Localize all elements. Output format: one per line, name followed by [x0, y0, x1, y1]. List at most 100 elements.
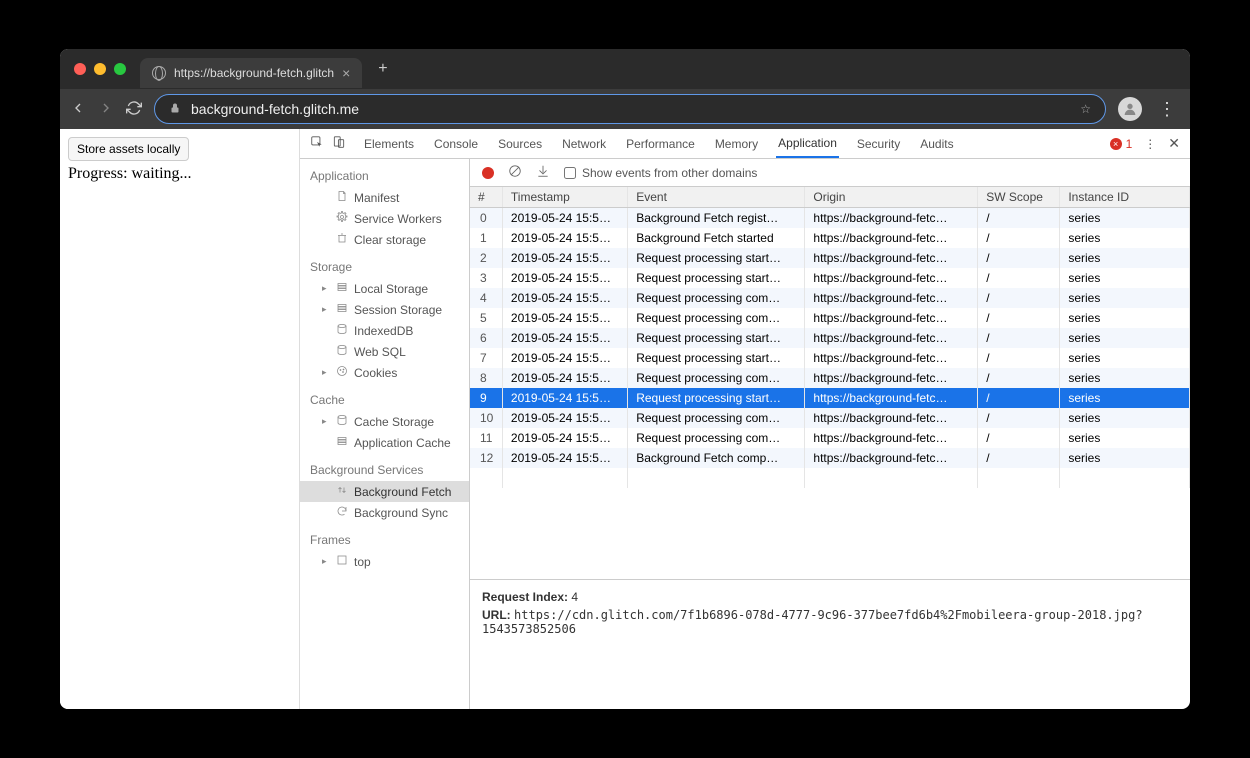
table-row[interactable]: 112019-05-24 15:5…Request processing com…	[470, 428, 1190, 448]
store-assets-button[interactable]: Store assets locally	[68, 137, 189, 161]
device-toolbar-icon[interactable]	[332, 135, 346, 152]
sidebar-item-clear-storage[interactable]: Clear storage	[300, 229, 469, 250]
devtools-tab-sources[interactable]: Sources	[496, 129, 544, 158]
url-label: URL:	[482, 608, 511, 622]
record-button[interactable]	[482, 167, 494, 179]
reload-button[interactable]	[126, 100, 142, 119]
table-row[interactable]: 12019-05-24 15:5…Background Fetch starte…	[470, 228, 1190, 248]
nav-icon	[336, 302, 348, 317]
sidebar-item-background-fetch[interactable]: Background Fetch	[300, 481, 469, 502]
col-event[interactable]: Event	[628, 187, 805, 208]
table-row[interactable]: 82019-05-24 15:5…Request processing com……	[470, 368, 1190, 388]
nav-label: Cookies	[354, 366, 397, 380]
browser-window: https://background-fetch.glitch × + back…	[60, 49, 1190, 709]
nav-label: Background Fetch	[354, 485, 451, 499]
save-events-icon[interactable]	[536, 164, 550, 181]
sidebar-item-application-cache[interactable]: Application Cache	[300, 432, 469, 453]
nav-label: Service Workers	[354, 212, 442, 226]
sidebar-item-cache-storage[interactable]: ▸Cache Storage	[300, 411, 469, 432]
devtools-tab-console[interactable]: Console	[432, 129, 480, 158]
nav-label: Cache Storage	[354, 415, 434, 429]
url-value: https://cdn.glitch.com/7f1b6896-078d-477…	[482, 608, 1143, 636]
error-badge[interactable]: × 1	[1110, 137, 1133, 151]
cell: 6	[470, 328, 502, 348]
devtools-tab-memory[interactable]: Memory	[713, 129, 760, 158]
table-row[interactable]: 02019-05-24 15:5…Background Fetch regist…	[470, 208, 1190, 229]
maximize-window-button[interactable]	[114, 63, 126, 75]
nav-icon	[336, 484, 348, 499]
cell: 3	[470, 268, 502, 288]
table-row[interactable]: 102019-05-24 15:5…Request processing com…	[470, 408, 1190, 428]
table-row[interactable]: 42019-05-24 15:5…Request processing com……	[470, 288, 1190, 308]
col-timestamp[interactable]: Timestamp	[502, 187, 627, 208]
sidebar-item-local-storage[interactable]: ▸Local Storage	[300, 278, 469, 299]
cell: https://background-fetc…	[805, 248, 978, 268]
devtools-tab-audits[interactable]: Audits	[918, 129, 955, 158]
devtools-panel: Elements Console Sources Network Performance…	[300, 129, 1190, 709]
nav-icon	[336, 344, 348, 359]
sidebar-item-cookies[interactable]: ▸Cookies	[300, 362, 469, 383]
col-origin[interactable]: Origin	[805, 187, 978, 208]
forward-button[interactable]	[98, 100, 114, 119]
bookmark-star-icon[interactable]: ☆	[1080, 102, 1091, 116]
devtools-close-icon[interactable]: ✕	[1168, 135, 1180, 152]
section-storage: Storage	[300, 250, 469, 278]
window-controls	[60, 63, 140, 75]
table-row[interactable]: 22019-05-24 15:5…Request processing star…	[470, 248, 1190, 268]
cell: 2019-05-24 15:5…	[502, 288, 627, 308]
sidebar-item-manifest[interactable]: Manifest	[300, 187, 469, 208]
minimize-window-button[interactable]	[94, 63, 106, 75]
devtools-tab-network[interactable]: Network	[560, 129, 608, 158]
cell: 2019-05-24 15:5…	[502, 368, 627, 388]
devtools-tab-elements[interactable]: Elements	[362, 129, 416, 158]
table-row[interactable]: 92019-05-24 15:5…Request processing star…	[470, 388, 1190, 408]
nav-toolbar: background-fetch.glitch.me ☆ ⋮	[60, 89, 1190, 129]
clear-events-icon[interactable]	[508, 164, 522, 181]
cell: Background Fetch regist…	[628, 208, 805, 229]
sidebar-item-web-sql[interactable]: Web SQL	[300, 341, 469, 362]
sidebar-item-background-sync[interactable]: Background Sync	[300, 502, 469, 523]
table-row[interactable]: 62019-05-24 15:5…Request processing star…	[470, 328, 1190, 348]
table-row[interactable]: 32019-05-24 15:5…Request processing star…	[470, 268, 1190, 288]
show-other-domains-checkbox[interactable]: Show events from other domains	[564, 166, 757, 180]
sidebar-item-session-storage[interactable]: ▸Session Storage	[300, 299, 469, 320]
profile-avatar[interactable]	[1118, 97, 1142, 121]
events-table-wrap[interactable]: #TimestampEventOriginSW ScopeInstance ID…	[470, 187, 1190, 579]
cell: 2	[470, 248, 502, 268]
cell: https://background-fetc…	[805, 208, 978, 229]
error-count: 1	[1126, 137, 1133, 151]
cell: /	[978, 308, 1060, 328]
devtools-tab-security[interactable]: Security	[855, 129, 902, 158]
col-instance-id[interactable]: Instance ID	[1060, 187, 1190, 208]
table-row[interactable]: 122019-05-24 15:5…Background Fetch comp……	[470, 448, 1190, 468]
nav-icon	[336, 211, 348, 226]
cell: 2019-05-24 15:5…	[502, 348, 627, 368]
cell: https://background-fetc…	[805, 388, 978, 408]
cell: https://background-fetc…	[805, 308, 978, 328]
content-area: Store assets locally Progress: waiting..…	[60, 129, 1190, 709]
nav-label: IndexedDB	[354, 324, 413, 338]
devtools-menu-icon[interactable]: ⋮	[1144, 137, 1156, 151]
col--[interactable]: #	[470, 187, 502, 208]
browser-tab[interactable]: https://background-fetch.glitch ×	[140, 58, 362, 88]
cell: 2019-05-24 15:5…	[502, 228, 627, 248]
cell: https://background-fetc…	[805, 288, 978, 308]
address-bar[interactable]: background-fetch.glitch.me ☆	[154, 94, 1106, 124]
section-frames: Frames	[300, 523, 469, 551]
nav-label: Local Storage	[354, 282, 428, 296]
close-tab-icon[interactable]: ×	[342, 65, 350, 81]
cell: 2019-05-24 15:5…	[502, 308, 627, 328]
devtools-tab-application[interactable]: Application	[776, 129, 839, 158]
devtools-tab-performance[interactable]: Performance	[624, 129, 697, 158]
col-sw-scope[interactable]: SW Scope	[978, 187, 1060, 208]
table-row[interactable]: 72019-05-24 15:5…Request processing star…	[470, 348, 1190, 368]
close-window-button[interactable]	[74, 63, 86, 75]
browser-menu-button[interactable]: ⋮	[1154, 99, 1180, 120]
sidebar-item-top[interactable]: ▸top	[300, 551, 469, 572]
inspect-element-icon[interactable]	[310, 135, 324, 152]
new-tab-button[interactable]: +	[370, 60, 395, 78]
back-button[interactable]	[70, 100, 86, 119]
sidebar-item-indexeddb[interactable]: IndexedDB	[300, 320, 469, 341]
sidebar-item-service-workers[interactable]: Service Workers	[300, 208, 469, 229]
table-row[interactable]: 52019-05-24 15:5…Request processing com……	[470, 308, 1190, 328]
